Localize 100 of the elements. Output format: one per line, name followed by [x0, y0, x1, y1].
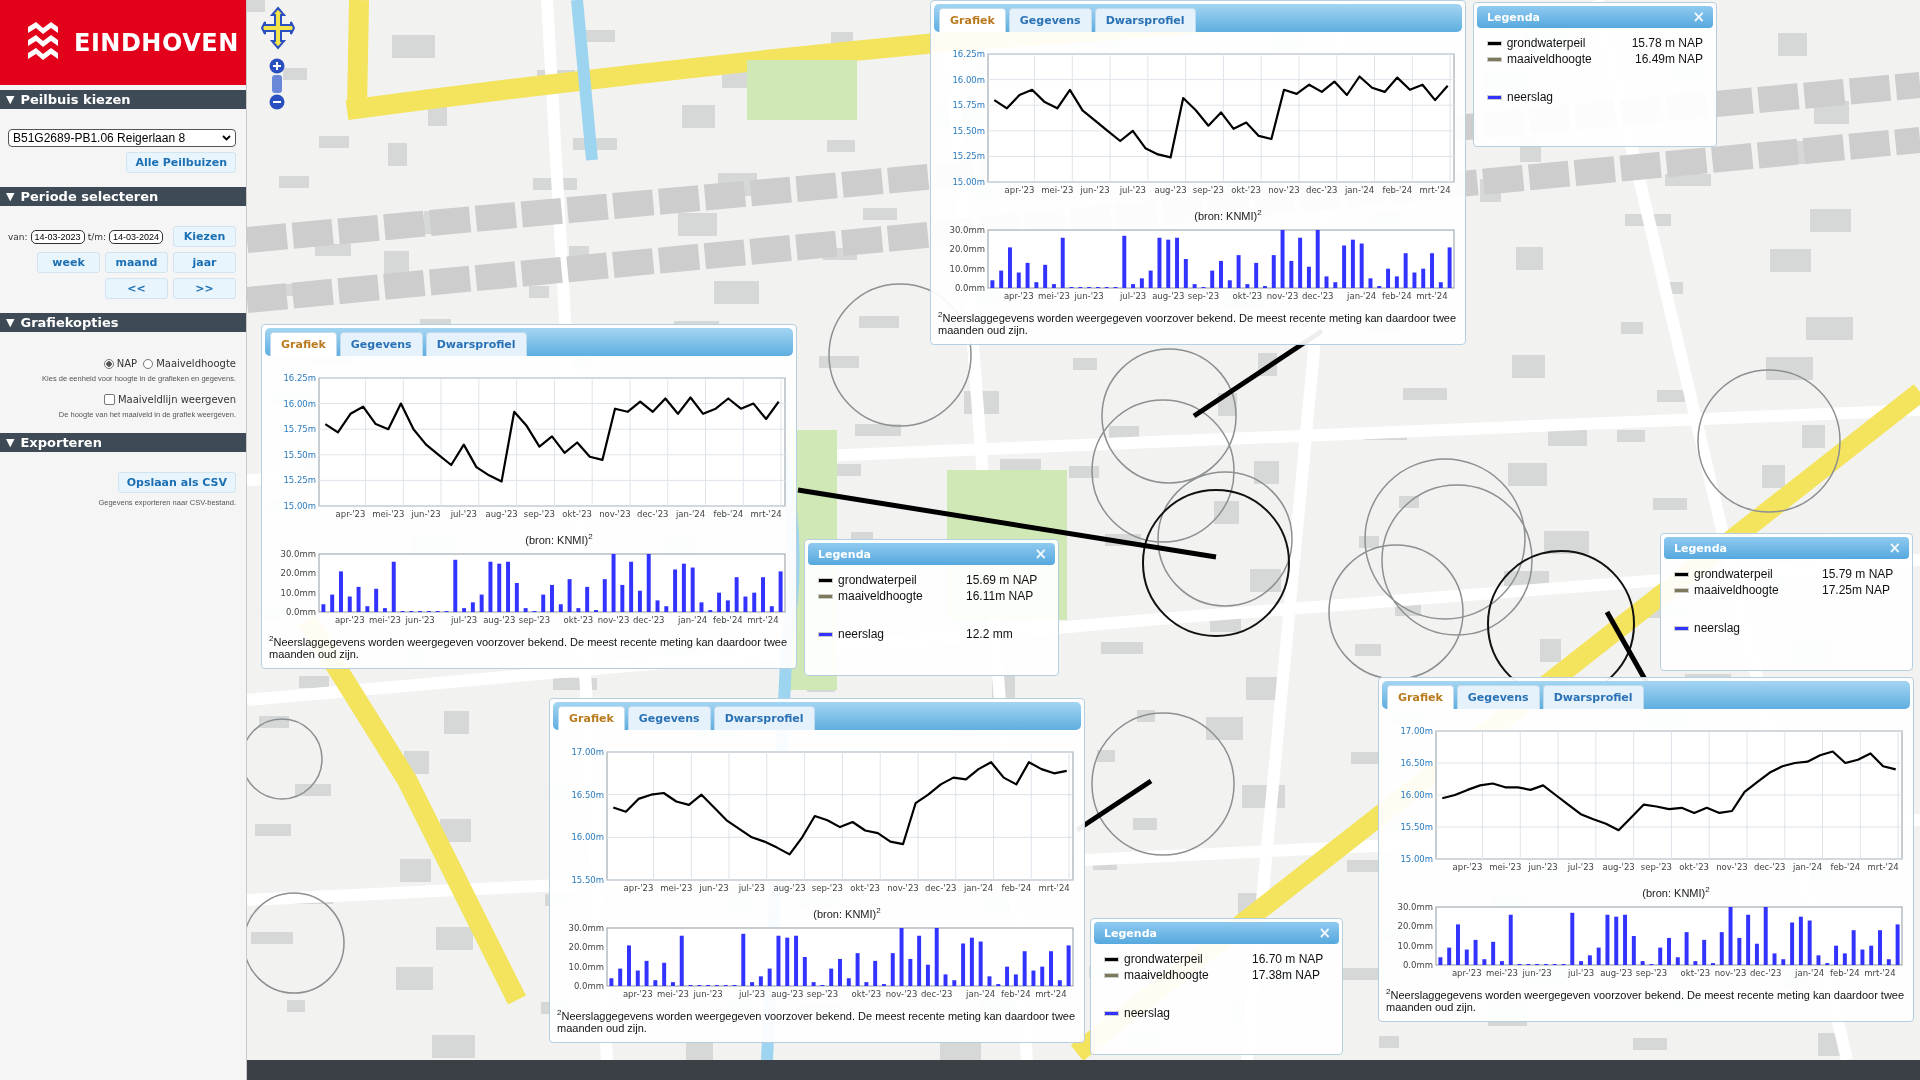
rain-bar — [1421, 268, 1426, 288]
button[interactable]: Opslaan als CSV — [117, 472, 236, 493]
axis-label: 16.25m — [283, 373, 316, 383]
axis-label: apr-'23 — [335, 509, 366, 519]
axis-label: mei-'23 — [1485, 967, 1518, 978]
rain-bar — [382, 607, 387, 612]
rain-bar — [1438, 956, 1443, 965]
axis-label: dec-'23 — [1301, 290, 1334, 301]
button[interactable]: >> — [173, 278, 236, 299]
axis-label: jul-'23 — [1567, 862, 1594, 872]
axis-label: mei-'23 — [656, 988, 689, 999]
axis-label: mrt-'24 — [1419, 185, 1451, 195]
axis-label: nov-'23 — [1266, 290, 1299, 301]
button[interactable]: Alle Peilbuizen — [126, 152, 236, 173]
legend-value: 15.78 m NAP — [1631, 36, 1703, 50]
tab[interactable]: Gegevens — [1008, 8, 1092, 32]
radio-button[interactable] — [103, 358, 114, 369]
date-field[interactable]: 14-03-2023 — [30, 229, 85, 244]
legend-label: neerslag — [1124, 1006, 1172, 1020]
axis-label: okt-'23 — [1680, 967, 1711, 978]
axis-label: apr-'23 — [1004, 185, 1035, 195]
rain-bar — [391, 561, 396, 612]
axis-label: feb-'24 — [1001, 883, 1032, 893]
tab[interactable]: Gegevens — [627, 706, 711, 730]
axis-label: 10.0mm — [280, 587, 316, 598]
axis-label: jan-'24 — [675, 509, 706, 519]
rain-bar — [1447, 247, 1452, 288]
axis-label: mei-'23 — [1037, 290, 1070, 301]
rain-bar — [1057, 979, 1062, 986]
rain-bar — [752, 592, 757, 612]
toggle-icon: ▼ — [6, 190, 15, 203]
pan-control[interactable] — [261, 6, 295, 50]
axis-label: 16.50m — [571, 789, 604, 800]
tab[interactable]: Dwarsprofiel — [1094, 8, 1196, 32]
axis-label: 20.0mm — [1397, 921, 1433, 931]
tab[interactable]: Grafiek — [939, 8, 1006, 32]
rain-bar — [1605, 914, 1610, 965]
rain-bar — [1693, 960, 1698, 965]
axis-label: dec-'23 — [1306, 185, 1338, 195]
tab[interactable]: Grafiek — [1387, 685, 1454, 709]
tab[interactable]: Dwarsprofiel — [1542, 685, 1644, 709]
rain-bar — [1842, 953, 1847, 965]
button[interactable]: jaar — [173, 252, 236, 273]
rain-bar — [1614, 916, 1619, 965]
axis-label: apr-'23 — [622, 988, 653, 999]
rain-bar — [1508, 914, 1513, 965]
zoom-in-icon[interactable] — [269, 58, 285, 74]
rain-bar — [1438, 281, 1443, 288]
axis-label: 15.00m — [952, 177, 985, 187]
legend-value: 16.11m NAP — [966, 589, 1034, 603]
rain-bar — [1456, 924, 1460, 965]
rain-bar — [829, 968, 834, 986]
rain-bar — [1719, 931, 1724, 965]
rain-bar — [1122, 235, 1127, 288]
axis-label: jul-'23 — [450, 509, 477, 519]
axis-label: jul-'23 — [1567, 967, 1595, 978]
section-header[interactable]: ▼ Exporteren — [0, 433, 246, 452]
section-header[interactable]: ▼ Periode selecteren — [0, 187, 246, 206]
rain-bar — [758, 976, 763, 986]
button[interactable]: << — [105, 278, 168, 299]
rain-bar — [1737, 937, 1742, 965]
axis-label: 10.0mm — [949, 263, 985, 274]
axis-label: nov-'23 — [1268, 185, 1300, 195]
rain-bar — [1386, 268, 1391, 288]
rain-bar — [673, 569, 678, 612]
toggle-icon: ▼ — [6, 93, 15, 106]
axis-label: 17.00m — [1400, 726, 1433, 736]
rain-bar — [1306, 266, 1311, 288]
radio-button[interactable] — [143, 358, 154, 369]
axis-label: mrt-'24 — [1038, 883, 1070, 893]
zoom-out-icon[interactable] — [269, 94, 285, 110]
dropdown[interactable]: B51G2689-PB1.06 Reigerlaan 8 — [8, 129, 236, 147]
rain-bar — [1377, 285, 1382, 288]
tab[interactable]: Dwarsprofiel — [713, 706, 815, 730]
tab[interactable]: Gegevens — [1456, 685, 1540, 709]
rain-bar — [925, 964, 930, 986]
rain-bar — [1192, 283, 1197, 288]
tab[interactable]: Gegevens — [339, 332, 423, 356]
tab[interactable]: Grafiek — [558, 706, 625, 730]
checkbox[interactable] — [103, 394, 115, 405]
axis-label: feb-'24 — [1000, 988, 1031, 999]
axis-label: apr-'23 — [1003, 290, 1034, 301]
section-header[interactable]: ▼ Peilbuis kiezen — [0, 90, 246, 109]
legend-title: Legenda — [1674, 541, 1727, 555]
axis-label: 20.0mm — [949, 244, 985, 254]
rain-bar — [802, 956, 807, 986]
date-field[interactable]: 14-03-2024 — [109, 229, 164, 244]
axis-label: jul-'23 — [450, 614, 478, 625]
tab[interactable]: Dwarsprofiel — [425, 332, 527, 356]
axis-label: nov-'23 — [1716, 862, 1748, 872]
rain-bar — [743, 596, 748, 612]
rain-bar — [1031, 970, 1036, 986]
rain-bar — [761, 576, 765, 612]
rain-bar — [838, 958, 842, 986]
section-header[interactable]: ▼ Grafiekopties — [0, 313, 246, 332]
axis-label: mei-'23 — [660, 883, 693, 893]
button[interactable]: maand — [105, 252, 168, 273]
button[interactable]: Kiezen — [173, 226, 236, 247]
button[interactable]: week — [37, 252, 100, 273]
tab[interactable]: Grafiek — [270, 332, 337, 356]
